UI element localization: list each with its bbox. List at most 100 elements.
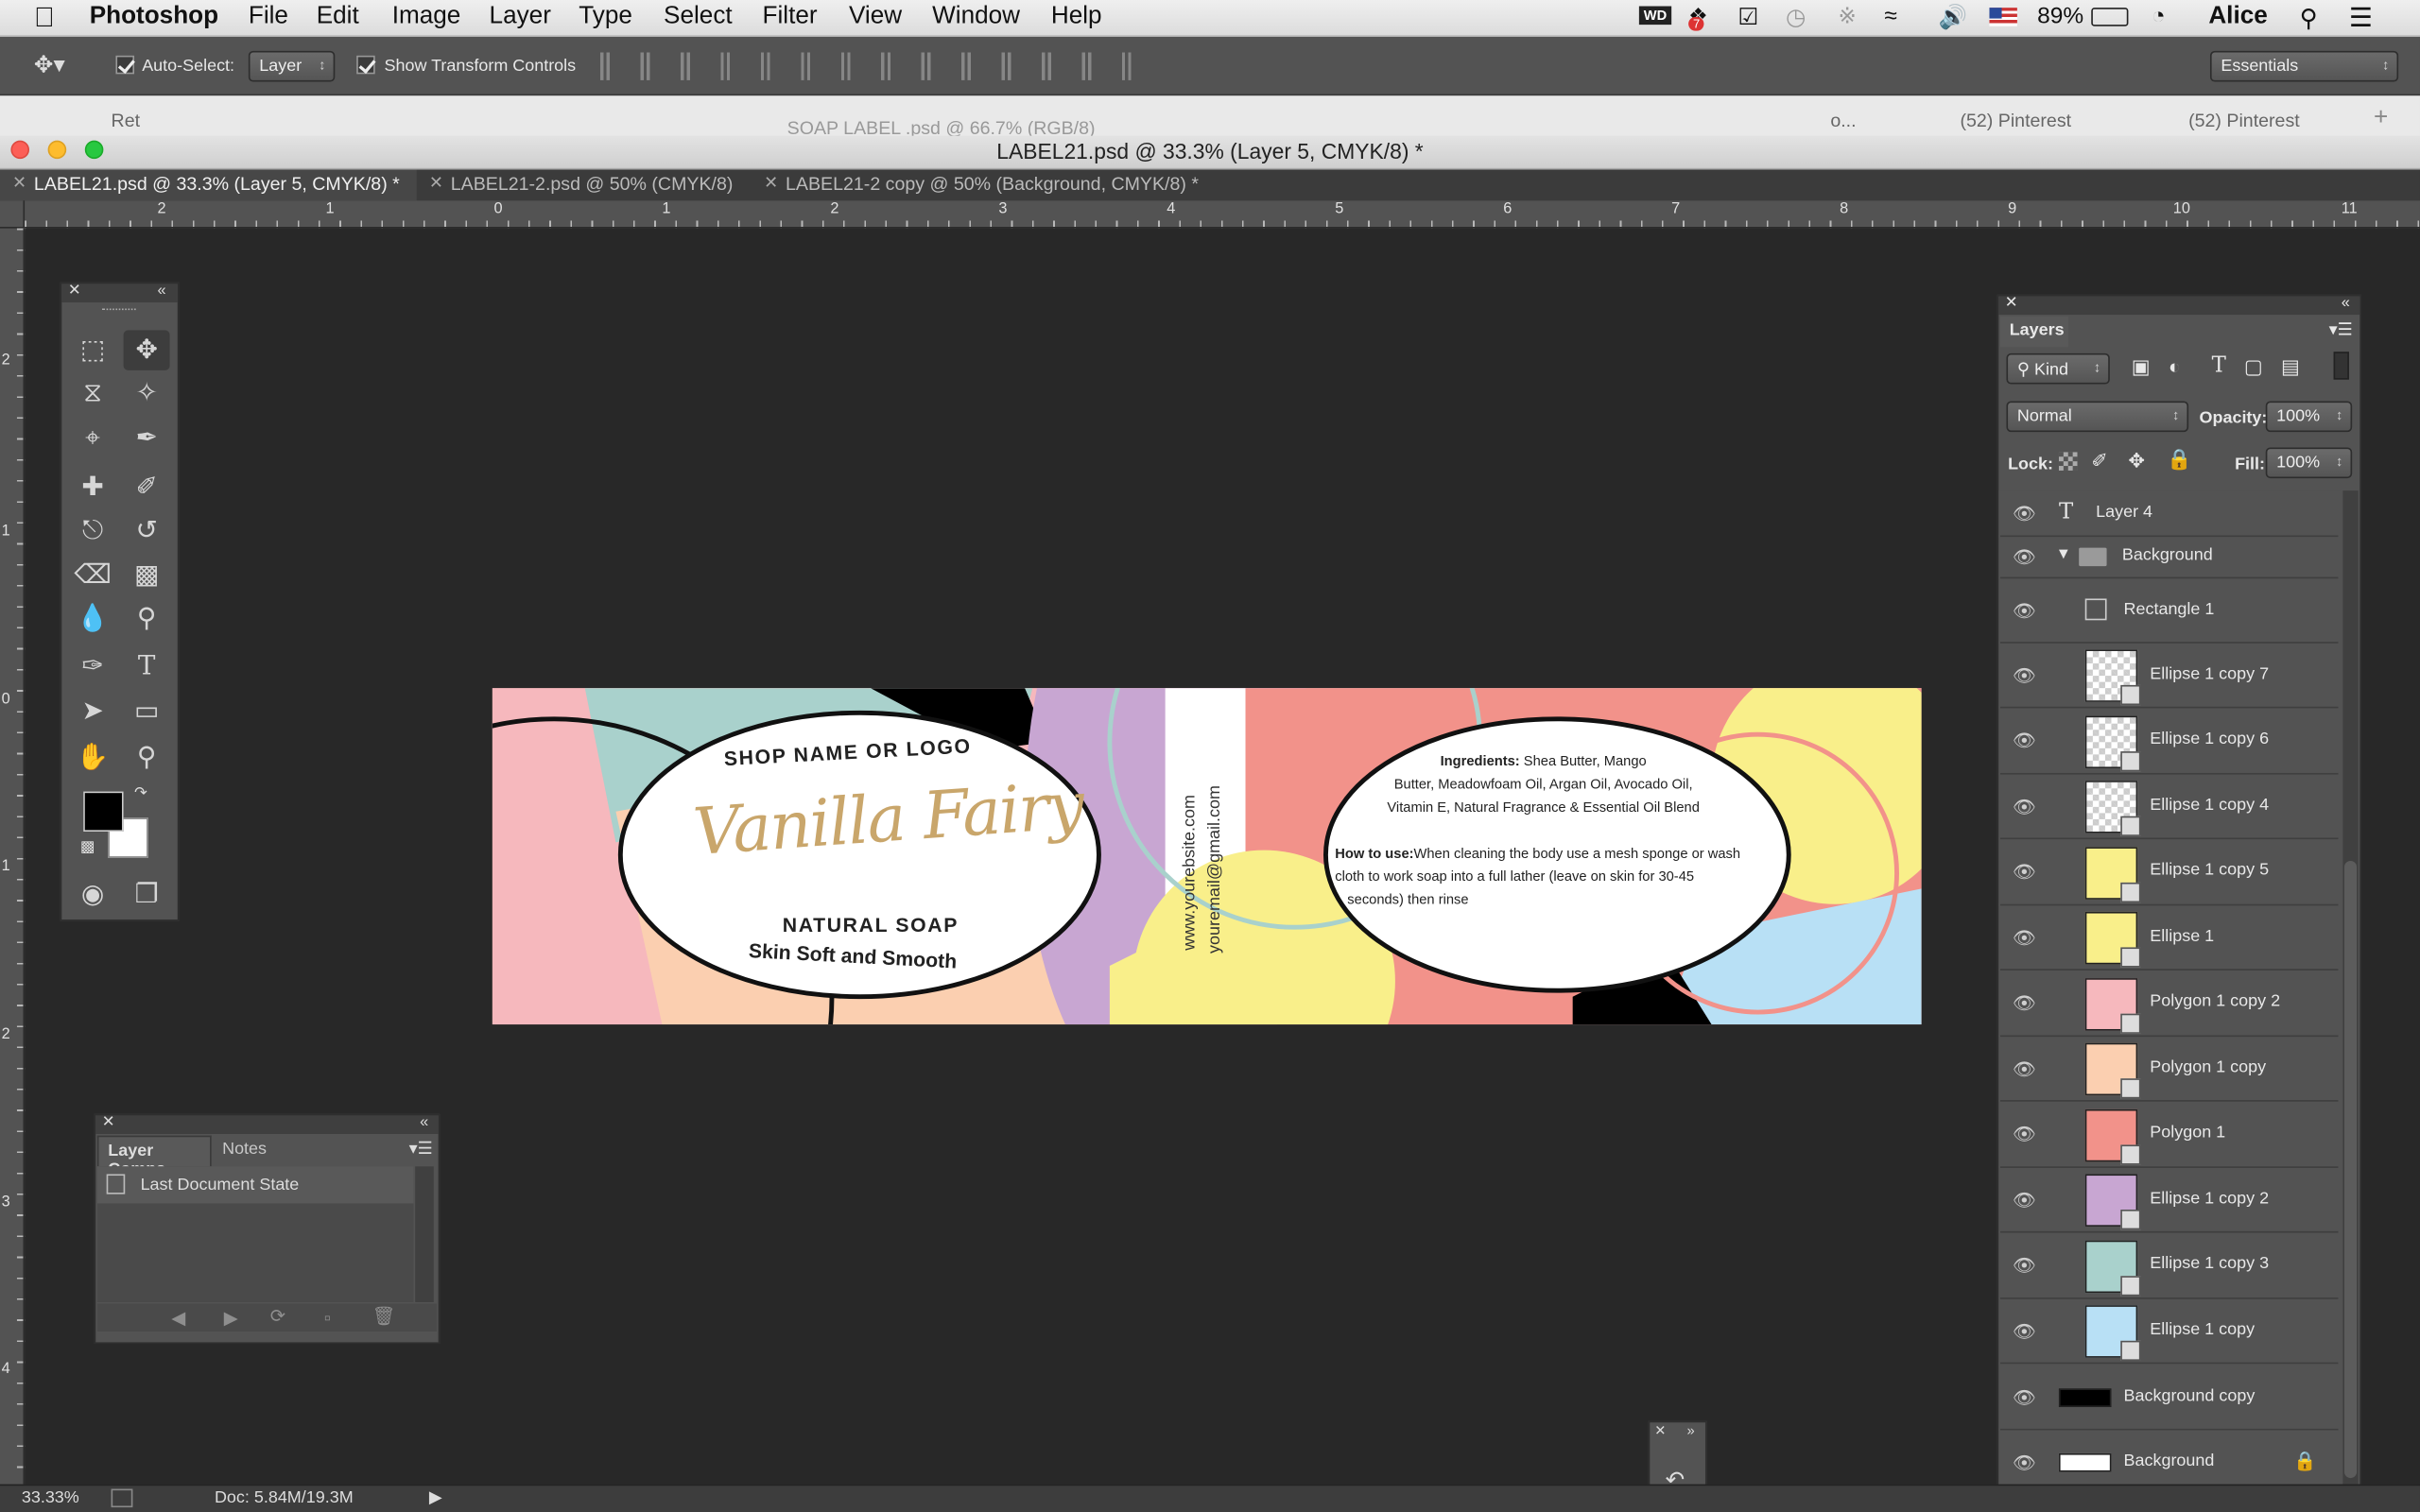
browser-tab-dots[interactable]: o... — [1830, 110, 1856, 131]
layer-row[interactable]: 👁 Ellipse 1 — [1999, 905, 2339, 971]
marquee-tool-icon[interactable]: ⬚ — [69, 330, 115, 369]
time-machine-icon[interactable]: ◷ — [1786, 3, 1806, 31]
lock-all-icon[interactable]: 🔒 — [2167, 447, 2191, 472]
new-tab-button[interactable]: + — [2374, 105, 2388, 132]
menu-help[interactable]: Help — [1051, 3, 1102, 30]
minimize-window-button[interactable] — [47, 140, 67, 160]
vertical-ruler[interactable]: 2 1 0 1 2 3 4 — [0, 228, 26, 1494]
rectangle-tool-icon[interactable]: ▭ — [124, 691, 170, 730]
visibility-eye-icon[interactable]: 👁 — [2013, 861, 2036, 883]
browser-tab-pinterest-1[interactable]: (52) Pinterest — [1960, 110, 2071, 131]
comps-scrollbar[interactable] — [415, 1166, 434, 1302]
zoom-level[interactable]: 33.33% — [22, 1489, 79, 1508]
layer-row[interactable]: 👁 Ellipse 1 copy 5 — [1999, 840, 2339, 905]
gradient-tool-icon[interactable]: ▩ — [124, 556, 170, 595]
notification-center-icon[interactable]: ☰ — [2349, 3, 2373, 34]
visibility-eye-icon[interactable]: 👁 — [2013, 1057, 2036, 1079]
magic-wand-tool-icon[interactable]: ✧ — [124, 373, 170, 413]
lock-position-icon[interactable]: ✥ — [2128, 449, 2145, 473]
visibility-eye-icon[interactable]: 👁 — [2013, 730, 2036, 751]
visibility-eye-icon[interactable]: 👁 — [2013, 796, 2036, 817]
visibility-eye-icon[interactable]: 👁 — [2013, 992, 2036, 1014]
visibility-eye-icon[interactable]: 👁 — [2013, 1386, 2036, 1408]
layer-filter-kind[interactable]: ⚲ Kind — [2006, 352, 2110, 385]
tab-label21-2-copy[interactable]: ✕ LABEL21-2 copy @ 50% (Background, CMYK/… — [752, 170, 1230, 201]
move-tool-preset-icon[interactable]: ✥▾ — [34, 51, 65, 79]
quick-mask-icon[interactable]: ◉ — [69, 875, 115, 915]
layers-header[interactable] — [1998, 296, 2360, 316]
new-comp-icon[interactable]: ▫ — [324, 1307, 331, 1329]
menu-file[interactable]: File — [249, 3, 288, 30]
task-check-icon[interactable]: ☑ — [1737, 3, 1758, 31]
workspace-dropdown[interactable]: Essentials — [2209, 50, 2399, 82]
screen-mode-icon[interactable]: ❐ — [124, 875, 170, 915]
horizontal-ruler[interactable]: 2 1 0 1 2 3 4 5 6 7 8 9 10 11 — [25, 200, 2420, 229]
tab-notes[interactable]: Notes — [222, 1141, 267, 1160]
browser-tab-left[interactable]: Ret — [112, 110, 141, 131]
menu-view[interactable]: View — [849, 3, 902, 30]
layer-row[interactable]: 👁 Polygon 1 copy — [1999, 1037, 2339, 1102]
panel-menu-icon[interactable]: ▾☰ — [2329, 319, 2353, 340]
layer-row[interactable]: 👁 Ellipse 1 copy — [1999, 1299, 2339, 1365]
close-tab-icon[interactable]: ✕ — [429, 170, 443, 199]
swap-colors-icon[interactable]: ↷ — [134, 785, 147, 802]
apple-icon[interactable]:  — [34, 2, 55, 34]
layer-row[interactable]: 👁 Polygon 1 copy 2 — [1999, 971, 2339, 1037]
update-comp-icon[interactable]: ⟳ — [270, 1305, 285, 1327]
brush-tool-icon[interactable]: ✐ — [124, 468, 170, 507]
layers-scrollbar[interactable] — [2342, 490, 2359, 1497]
filter-toggle[interactable] — [2333, 352, 2349, 380]
opacity-field[interactable]: 100% — [2265, 401, 2353, 433]
blur-tool-icon[interactable]: 💧 — [69, 598, 115, 638]
filter-shape-icon[interactable]: ▢ — [2244, 355, 2263, 380]
close-panel-icon[interactable]: ✕ — [102, 1114, 115, 1131]
default-colors-icon[interactable]: ▩ — [80, 839, 95, 856]
close-panel-icon[interactable]: ✕ — [68, 283, 81, 300]
delete-comp-icon[interactable]: 🗑 — [372, 1305, 395, 1327]
menu-image[interactable]: Image — [392, 3, 461, 30]
spotlight-search-icon[interactable]: ⚲ — [2300, 3, 2318, 34]
wifi-icon[interactable]: ≈ — [1884, 3, 1896, 29]
menu-select[interactable]: Select — [664, 3, 733, 30]
close-panel-icon[interactable]: ✕ — [1654, 1422, 1666, 1439]
battery-icon[interactable] — [2091, 8, 2129, 26]
visibility-eye-icon[interactable]: 👁 — [2013, 664, 2036, 686]
foreground-color-swatch[interactable] — [83, 791, 124, 832]
menu-edit[interactable]: Edit — [317, 3, 359, 30]
scroll-thumb[interactable] — [2343, 861, 2358, 1479]
visibility-eye-icon[interactable]: 👁 — [2013, 1254, 2036, 1276]
visibility-eye-icon[interactable]: 👁 — [2013, 1320, 2036, 1342]
soap-label-artwork[interactable]: SHOP NAME OR LOGO Vanilla Fairy NATURAL … — [492, 688, 1922, 1025]
doc-size[interactable]: Doc: 5.84M/19.3M — [215, 1489, 354, 1508]
visibility-eye-icon[interactable]: 👁 — [2013, 1124, 2036, 1145]
close-tab-icon[interactable]: ✕ — [764, 170, 778, 199]
pen-tool-icon[interactable]: ✑ — [69, 646, 115, 686]
filter-adjustment-icon[interactable]: ◐ — [2169, 355, 2181, 378]
battery-percent[interactable]: 89% — [2037, 3, 2083, 29]
expand-panel-icon[interactable]: » — [1686, 1422, 1694, 1437]
visibility-eye-icon[interactable]: 👁 — [2013, 1452, 2036, 1473]
close-window-button[interactable] — [10, 140, 30, 160]
layer-row[interactable]: 👁 Ellipse 1 copy 4 — [1999, 775, 2339, 840]
disclosure-triangle-icon[interactable]: ▼ — [2056, 546, 2071, 563]
type-tool-icon[interactable]: T — [124, 646, 170, 686]
align-buttons[interactable] — [594, 52, 1158, 80]
close-panel-icon[interactable]: ✕ — [2005, 295, 2018, 312]
zoom-tool-icon[interactable]: ⚲ — [124, 737, 170, 777]
history-brush-tool-icon[interactable]: ↺ — [124, 510, 170, 550]
tab-layers[interactable]: Layers — [1999, 316, 2068, 348]
tab-label21-2[interactable]: ✕ LABEL21-2.psd @ 50% (CMYK/8) — [417, 170, 751, 201]
close-tab-icon[interactable]: ✕ — [12, 170, 26, 199]
menu-layer[interactable]: Layer — [490, 3, 551, 30]
eraser-tool-icon[interactable]: ⌫ — [69, 556, 115, 595]
fill-field[interactable]: 100% — [2265, 447, 2353, 479]
app-menu[interactable]: Photoshop — [90, 3, 218, 30]
visibility-eye-icon[interactable]: 👁 — [2013, 502, 2036, 524]
layer-row[interactable]: 👁 Polygon 1 — [1999, 1103, 2339, 1168]
filter-pixel-icon[interactable]: ▣ — [2132, 355, 2151, 380]
wd-icon[interactable]: WD — [1638, 6, 1672, 26]
hand-tool-icon[interactable]: ✋ — [69, 737, 115, 777]
ruler-origin[interactable] — [0, 200, 26, 229]
layer-row[interactable]: 👁 Ellipse 1 copy 7 — [1999, 644, 2339, 709]
prev-comp-icon[interactable]: ◀ — [171, 1307, 185, 1329]
